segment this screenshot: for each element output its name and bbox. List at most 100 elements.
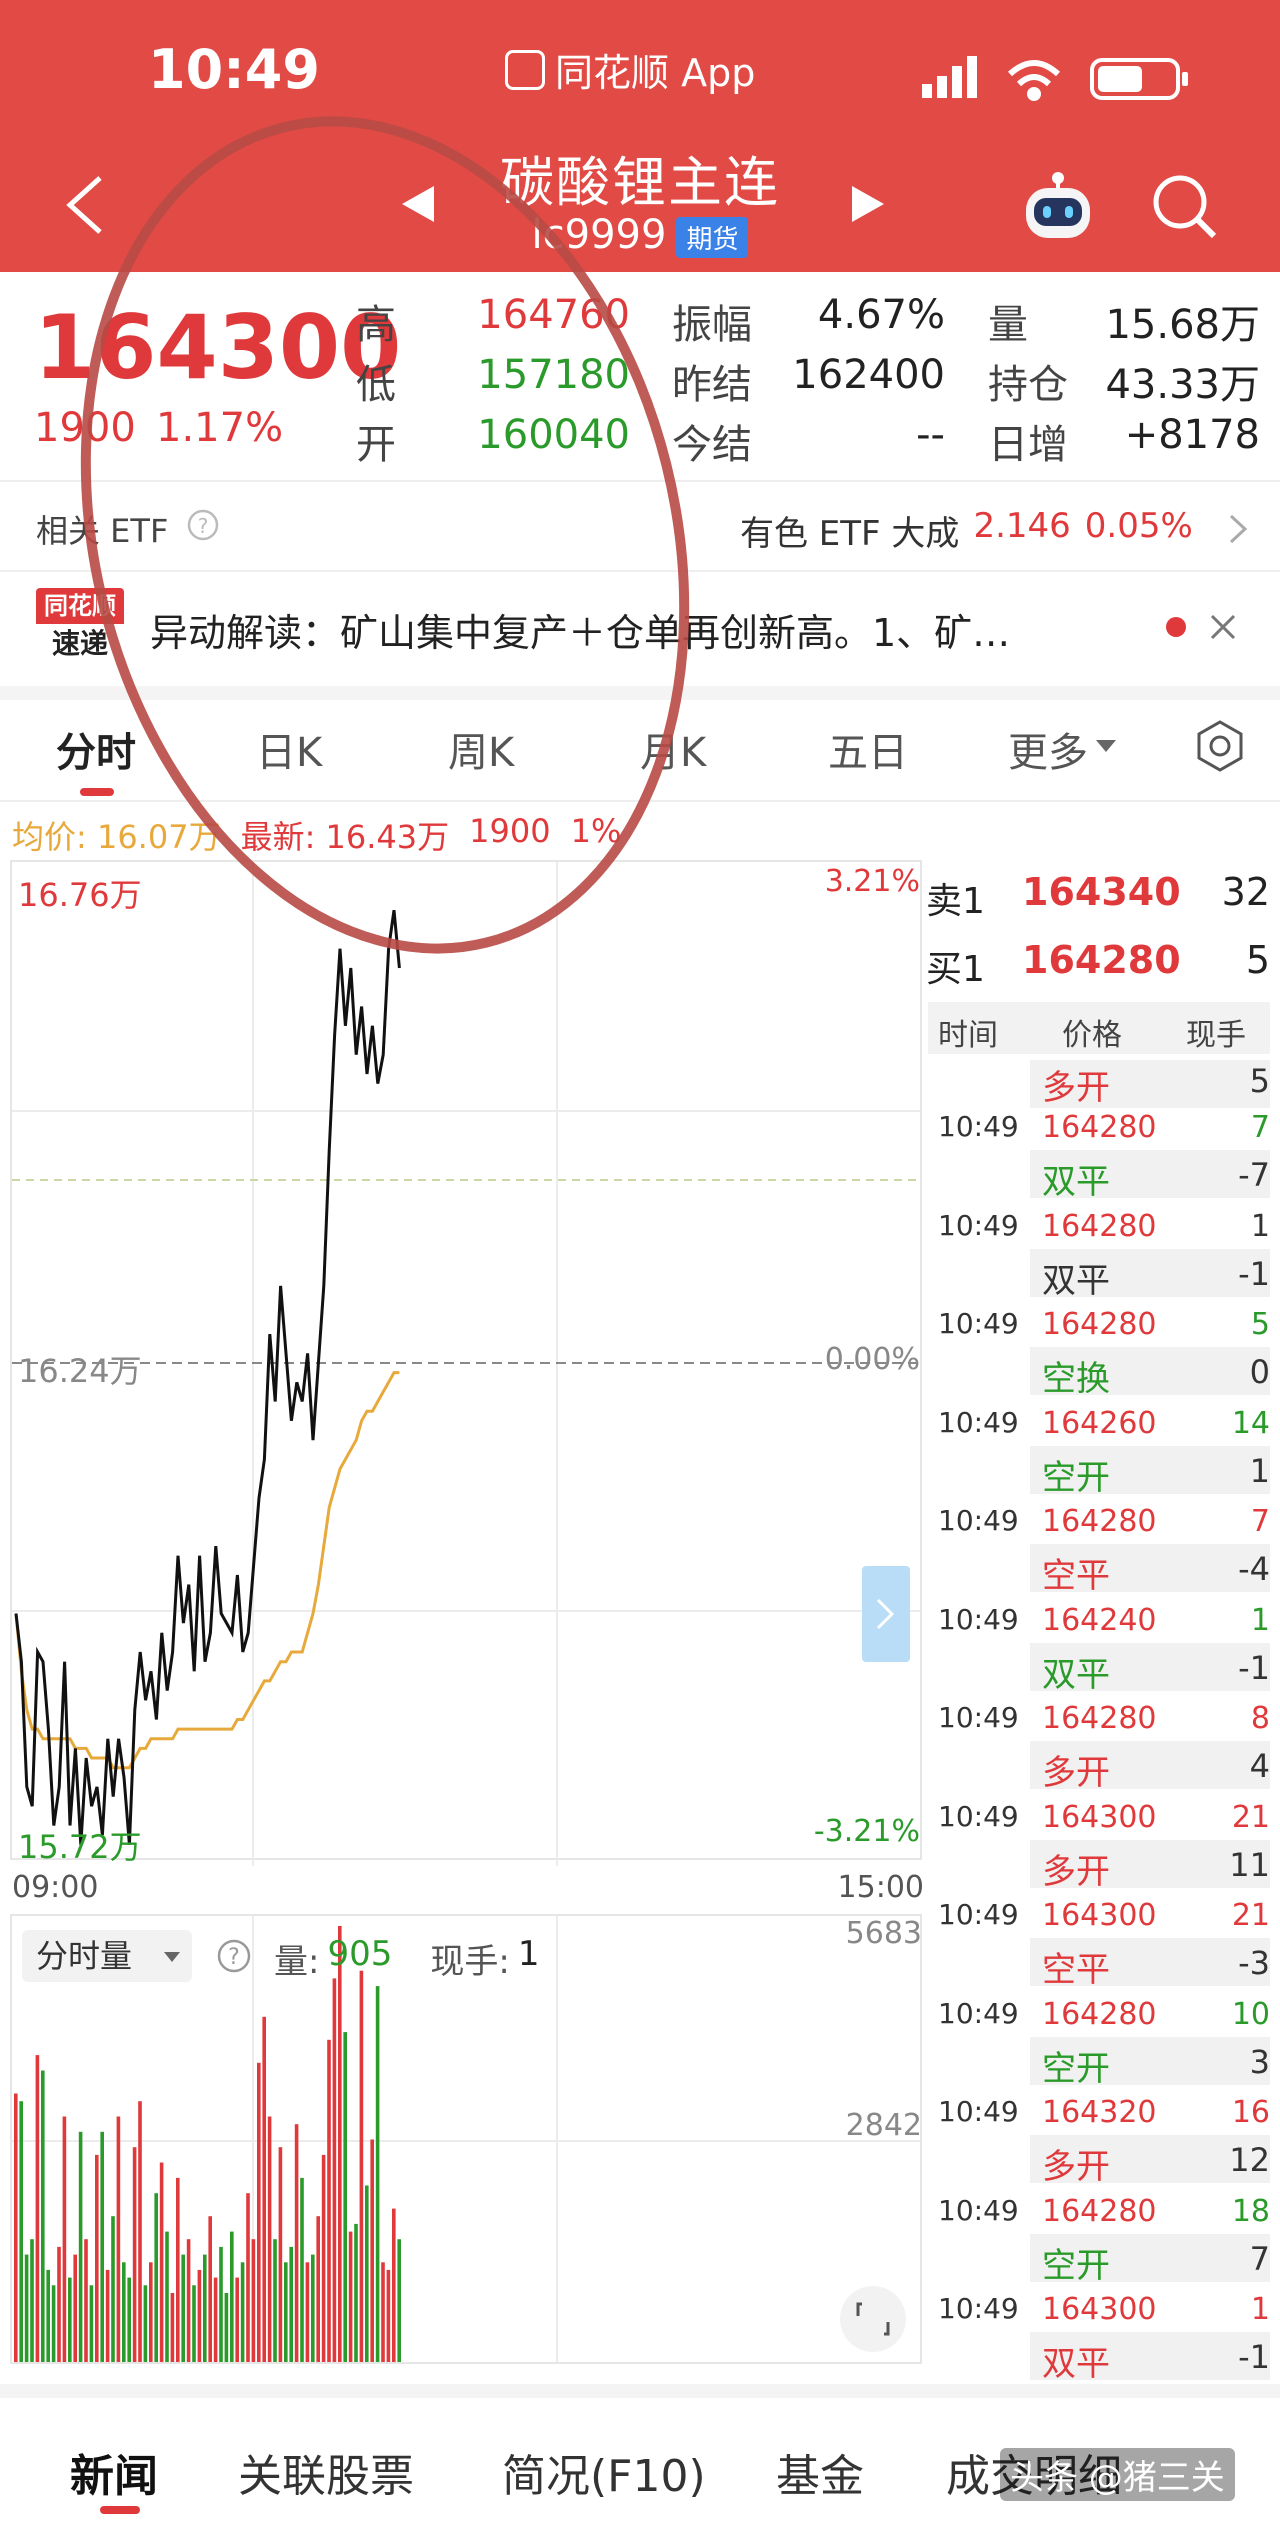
trade-time: 10:49	[938, 1996, 1019, 2030]
volume-bar	[267, 2116, 272, 2362]
dropdown-icon	[164, 1952, 180, 1962]
help-icon[interactable]: ?	[216, 1938, 252, 1974]
trade-volume: 16	[1231, 2095, 1270, 2130]
next-arrow-icon[interactable]	[848, 182, 888, 226]
trade-volume: 7	[1250, 1110, 1270, 1145]
tab-five-day[interactable]: 五日	[828, 720, 908, 778]
trade-row: 10:49 164260 14 空开 1	[930, 1406, 1270, 1504]
volume-bar	[262, 2016, 266, 2362]
volume-bar	[230, 2231, 234, 2362]
volume-readout-value: 905	[327, 1934, 393, 1974]
battery-icon	[1090, 58, 1188, 100]
chevron-right-icon[interactable]	[1226, 512, 1250, 546]
trade-delta: 7	[1249, 2239, 1270, 2278]
volume-bar	[192, 2285, 196, 2362]
volume-bar	[381, 2262, 385, 2362]
volume-bar	[305, 2262, 310, 2362]
volume-label: 量	[988, 302, 1028, 348]
etf-change: 0.05%	[1084, 506, 1193, 546]
volume-value: 15.68万	[1105, 302, 1260, 348]
trade-row: 10:49 164280 5 空换 0	[930, 1307, 1270, 1405]
volume-bar	[316, 2216, 320, 2362]
trade-type: 空开	[1042, 2245, 1110, 2286]
status-app[interactable]: 同花顺 App	[505, 42, 755, 97]
trade-row: 10:49 164300 1 双平 -1	[930, 2292, 1270, 2390]
volume-bar	[165, 2231, 169, 2362]
trade-row: 10:49 164320 16 多开 12	[930, 2095, 1270, 2193]
volume-bar	[257, 2062, 261, 2362]
expand-panel-button[interactable]	[862, 1566, 910, 1662]
volume-type-label: 分时量	[36, 1937, 133, 1975]
trade-type: 空平	[1042, 1950, 1110, 1990]
robot-assistant-icon[interactable]	[1020, 170, 1096, 246]
volume-bar	[51, 2285, 56, 2362]
trade-time: 10:49	[938, 1405, 1019, 1439]
trade-delta: 11	[1229, 1845, 1270, 1884]
trade-type: 多开	[1042, 1851, 1110, 1892]
svg-text:?: ?	[228, 1945, 240, 1970]
volume-bar	[219, 2246, 223, 2362]
ask1-label: 卖1	[926, 881, 985, 922]
trade-row: 10:49 164280 10 空开 3	[930, 1997, 1270, 2095]
volume-bar	[375, 1986, 380, 2362]
volume-axis-top: 5683	[845, 1916, 922, 1951]
settings-icon[interactable]	[1190, 716, 1250, 776]
search-icon[interactable]	[1150, 172, 1220, 242]
status-icons	[922, 56, 1188, 101]
volume-bar	[78, 2131, 83, 2362]
etf-quote[interactable]: 有色 ETF 大成 2.146 0.05%	[740, 506, 1193, 555]
annotation-oval	[80, 116, 690, 954]
tab-more[interactable]: 更多	[1008, 720, 1088, 778]
trade-type: 多开	[1042, 1068, 1110, 1108]
pct-axis-top-label: 3.21%	[824, 864, 920, 899]
trade-time: 10:49	[938, 2193, 1019, 2227]
trade-row: 10:49 164280 1 双平 -1	[930, 1209, 1270, 1307]
wifi-icon	[1007, 60, 1061, 101]
trade-row: 10:49 164300 21 多开 11	[930, 1800, 1270, 1898]
tab-fund[interactable]: 基金	[776, 2440, 864, 2504]
volume-bar	[235, 2277, 239, 2362]
trade-price: 164280	[1042, 1504, 1157, 1539]
trade-delta: 4	[1249, 1747, 1270, 1785]
bid1-price: 164280	[1022, 938, 1181, 982]
trade-volume: 21	[1231, 1898, 1270, 1933]
volume-bar	[240, 2262, 245, 2362]
trade-time: 10:49	[938, 1504, 1019, 1537]
fullscreen-button[interactable]	[840, 2286, 906, 2352]
volume-bar	[203, 2254, 207, 2362]
volume-bar	[284, 2262, 288, 2362]
trade-time: 10:49	[938, 1799, 1019, 1833]
trade-price: 164300	[1042, 1799, 1157, 1835]
trade-row: 10:49 164280 18 空开 7	[930, 2194, 1270, 2292]
trade-volume: 5	[1250, 1307, 1270, 1342]
volume-bar	[100, 2131, 104, 2362]
volume-bar	[138, 2101, 142, 2362]
tab-f10[interactable]: 简况(F10)	[502, 2440, 706, 2504]
trades-header-volume: 现手	[1186, 1018, 1246, 1053]
volume-bar	[149, 2262, 153, 2362]
tab-news[interactable]: 新闻	[70, 2440, 158, 2504]
pct-axis-mid-label: 0.00%	[824, 1342, 920, 1377]
signal-icon	[922, 56, 977, 98]
trade-row-partial: 多开 5	[930, 1060, 1270, 1108]
volume-bar	[116, 2116, 121, 2362]
volume-bar	[278, 2147, 283, 2362]
trade-price: 164280	[1042, 1996, 1157, 2032]
tab-related-stocks[interactable]: 关联股票	[238, 2440, 414, 2504]
volume-type-select[interactable]: 分时量	[22, 1930, 192, 1982]
avg-price-line	[14, 1371, 400, 1770]
volume-bar	[273, 2239, 277, 2362]
x-axis-start: 09:00	[12, 1870, 99, 1905]
volume-bar	[354, 2223, 358, 2362]
trade-row: 10:49 164280 7 空平 -4	[930, 1504, 1270, 1602]
volume-bar	[327, 2039, 331, 2362]
hand-readout-value: 1	[517, 1934, 540, 1974]
close-icon[interactable]	[1206, 610, 1240, 644]
open-interest-value: 43.33万	[1105, 362, 1260, 408]
trade-volume: 10	[1231, 1996, 1270, 2032]
trade-time: 10:49	[938, 1307, 1019, 1340]
expand-icon	[856, 2302, 890, 2336]
volume-bar	[365, 2185, 369, 2362]
volume-bar	[348, 2231, 353, 2362]
trades-header-time: 时间	[938, 1018, 998, 1053]
